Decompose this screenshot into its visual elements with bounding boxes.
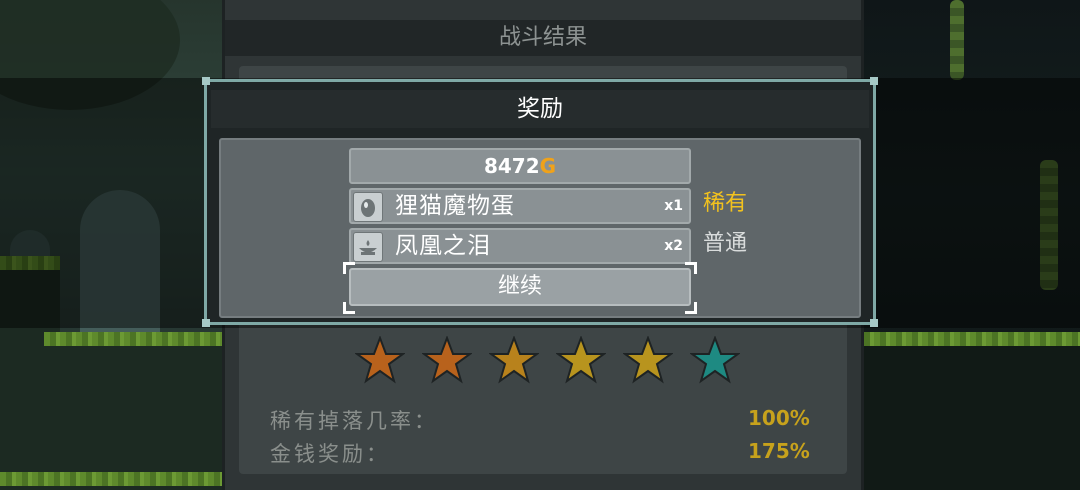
item-rarity: 稀有 xyxy=(703,191,748,216)
item-name: 狸猫魔物蛋 xyxy=(395,193,515,219)
lamp-icon xyxy=(353,232,383,262)
item-rarity: 普通 xyxy=(703,231,748,256)
grass xyxy=(44,332,225,346)
ledge xyxy=(44,338,225,490)
focus-bracket xyxy=(685,302,697,314)
gold-amount: 8472 xyxy=(483,154,540,178)
gold-bonus-value: 175% xyxy=(748,439,810,463)
continue-button[interactable]: 继续 xyxy=(349,268,691,306)
star-icon xyxy=(556,336,606,384)
focus-bracket xyxy=(343,302,355,314)
star-icon xyxy=(355,336,405,384)
star-rating xyxy=(355,336,755,388)
gold-unit: G xyxy=(539,154,557,178)
focus-bracket xyxy=(685,262,697,274)
reward-dialog: 奖励 8472G 狸猫魔物蛋 x1 稀有 凤凰之泪 x2 普通 继续 xyxy=(202,77,878,327)
gold-bonus-label: 金钱奖励： xyxy=(270,442,390,466)
battle-result-title: 战斗结果 xyxy=(225,20,861,56)
item-name: 凤凰之泪 xyxy=(395,233,491,259)
star-icon xyxy=(489,336,539,384)
star-icon xyxy=(690,336,740,384)
item-quantity: x1 xyxy=(664,198,683,214)
grass xyxy=(0,472,225,486)
frame-corner xyxy=(870,77,878,85)
item-quantity: x2 xyxy=(664,238,683,254)
gold-reward: 8472G xyxy=(349,148,691,184)
frame-corner xyxy=(202,319,210,327)
ledge xyxy=(858,338,1080,490)
reward-content: 8472G 狸猫魔物蛋 x1 稀有 凤凰之泪 x2 普通 继续 xyxy=(219,138,861,318)
rare-drop-value: 100% xyxy=(748,406,810,430)
rare-drop-label: 稀有掉落几率： xyxy=(270,409,438,433)
reward-item[interactable]: 狸猫魔物蛋 x1 xyxy=(349,188,691,224)
vine xyxy=(950,0,964,80)
star-icon xyxy=(623,336,673,384)
frame-corner xyxy=(870,319,878,327)
grass xyxy=(858,332,1080,346)
star-icon xyxy=(422,336,472,384)
egg-icon xyxy=(353,192,383,222)
reward-title: 奖励 xyxy=(211,90,869,128)
frame-corner xyxy=(202,77,210,85)
focus-bracket xyxy=(343,262,355,274)
reward-item[interactable]: 凤凰之泪 x2 xyxy=(349,228,691,264)
